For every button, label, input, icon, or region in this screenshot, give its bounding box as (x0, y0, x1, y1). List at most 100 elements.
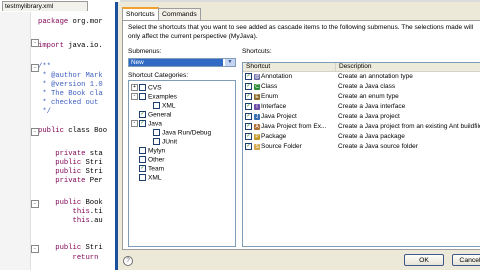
tree-item-label: XML (148, 174, 162, 182)
shortcut-checkbox[interactable]: ✓ (245, 83, 252, 90)
shortcut-description: Create a Java project (338, 113, 400, 120)
code-line: public Book (55, 199, 103, 207)
table-row[interactable]: ✓ A Java Project from Ex... Create a Java p… (243, 123, 480, 131)
expand-icon[interactable]: + (131, 84, 138, 91)
tree-item[interactable]: - Examples (131, 93, 177, 101)
dialog-description: Select the shortcuts that you want to se… (128, 24, 474, 40)
shortcut-description: Create a Java class (338, 83, 396, 90)
table-row[interactable]: ✓ I Interface Create a Java interface (243, 103, 480, 111)
code-line: /** (38, 63, 51, 71)
fold-toggle-icon[interactable]: − (31, 200, 39, 208)
table-row[interactable]: ✓ E Enum Create an enum type (243, 93, 480, 101)
shortcut-description: Create a Java interface (338, 103, 406, 110)
code-line: * checked out (38, 99, 99, 107)
table-row[interactable]: ✓ C Class Create a Java class (243, 83, 480, 91)
chevron-down-icon[interactable]: ▼ (225, 59, 235, 66)
shortcut-checkbox[interactable]: ✓ (245, 133, 252, 140)
shortcut-checkbox[interactable]: ✓ (245, 143, 252, 150)
interface-icon: I (254, 103, 260, 110)
code-line: public Stri (55, 168, 103, 176)
shortcut-name: Annotation (261, 73, 293, 81)
tree-item[interactable]: ✓ Team (131, 165, 164, 173)
table-header: Shortcut Description (243, 63, 480, 72)
column-header-description[interactable]: Description (336, 63, 480, 71)
shortcut-categories-tree[interactable]: + CVS - Examples XML ✓ General - ✓ Java Java Run/D… (128, 80, 236, 247)
tree-item-label: CVS (148, 84, 162, 92)
tree-item[interactable]: Mylyn (131, 147, 165, 155)
shortcut-checkbox[interactable]: ✓ (245, 103, 252, 110)
code-line: * The Book cla (38, 90, 103, 98)
fold-toggle-icon[interactable]: − (31, 245, 39, 253)
package-icon: P (254, 133, 260, 140)
table-row[interactable]: ✓ P Package Create a Java package (243, 133, 480, 141)
source-folder-icon: S (254, 143, 260, 150)
category-checkbox[interactable] (139, 84, 146, 91)
tree-item[interactable]: JUnit (145, 138, 177, 146)
editor-tab[interactable]: testmylibrary.xml (2, 1, 88, 11)
tree-item[interactable]: - ✓ Java (131, 120, 162, 128)
help-icon[interactable]: ? (123, 256, 133, 266)
category-checkbox[interactable] (153, 138, 160, 145)
tree-item-label: General (148, 111, 172, 119)
enum-icon: E (254, 93, 260, 100)
code-line: this.au (72, 217, 103, 225)
fold-toggle-icon[interactable]: − (31, 39, 39, 47)
category-checkbox[interactable]: ✓ (139, 120, 146, 127)
ant-project-icon: A (254, 123, 260, 130)
shortcut-description: Create a Java source folder (338, 143, 418, 150)
submenus-value: New (129, 59, 223, 66)
category-checkbox[interactable] (153, 102, 160, 109)
shortcut-name: Source Folder (261, 143, 302, 151)
shortcut-checkbox[interactable]: ✓ (245, 123, 252, 130)
category-checkbox[interactable]: ✓ (139, 165, 146, 172)
categories-label: Shortcut Categories: (128, 72, 189, 79)
column-header-shortcut[interactable]: Shortcut (243, 63, 336, 71)
editor-gutter (0, 12, 31, 270)
shortcuts-table[interactable]: Shortcut Description ✓ @Annotation Create … (242, 62, 480, 247)
tree-item[interactable]: XML (131, 174, 162, 182)
collapse-icon[interactable]: - (131, 120, 138, 127)
shortcut-name: Package (261, 133, 287, 141)
category-checkbox[interactable] (139, 174, 146, 181)
code-line: package org.mor (38, 18, 103, 26)
category-checkbox[interactable] (139, 156, 146, 163)
table-row[interactable]: ✓ S Source Folder Create a Java source fold… (243, 143, 480, 151)
tree-item[interactable]: Java Run/Debug (145, 129, 211, 137)
tree-item[interactable]: Other (131, 156, 165, 164)
annotation-icon: @ (254, 73, 260, 80)
ok-button[interactable]: OK (404, 254, 444, 266)
collapse-icon[interactable]: - (131, 93, 138, 100)
shortcut-description: Create an annotation type (338, 73, 413, 80)
tree-item-label: Java Run/Debug (162, 129, 212, 137)
shortcut-checkbox[interactable]: ✓ (245, 93, 252, 100)
shortcut-checkbox[interactable]: ✓ (245, 73, 252, 80)
shortcut-description: Create a Java project from an existing A… (338, 123, 480, 130)
category-checkbox[interactable] (139, 147, 146, 154)
editor-tab-label: testmylibrary.xml (5, 3, 54, 10)
code-line: public class Boo (38, 127, 108, 135)
shortcut-name: Interface (261, 103, 287, 111)
tree-item[interactable]: + CVS (131, 84, 162, 92)
class-icon: C (254, 83, 260, 90)
tree-item[interactable]: XML (145, 102, 176, 110)
shortcut-name: Enum (261, 93, 278, 101)
code-line: * @author Mark (38, 72, 103, 80)
shortcut-checkbox[interactable]: ✓ (245, 113, 252, 120)
code-editor[interactable]: testmylibrary.xml package org.mor import … (0, 0, 120, 270)
category-checkbox[interactable]: ✓ (139, 111, 146, 118)
tree-item-label: Other (148, 156, 165, 164)
shortcut-name: Class (261, 83, 278, 91)
table-row[interactable]: ✓ J Java Project Create a Java project (243, 113, 480, 121)
table-row[interactable]: ✓ @Annotation Create an annotation type (243, 73, 480, 81)
submenus-dropdown[interactable]: New ▼ (128, 58, 236, 67)
code-line: private sta (55, 150, 103, 158)
tree-item[interactable]: ✓ General (131, 111, 171, 119)
customize-perspective-dialog: Shortcuts Commands Select the shortcuts … (115, 2, 480, 270)
category-checkbox[interactable] (153, 129, 160, 136)
category-checkbox[interactable] (139, 93, 146, 100)
fold-toggle-icon[interactable]: − (31, 64, 39, 72)
fold-toggle-icon[interactable]: − (31, 128, 39, 136)
cancel-button[interactable]: Cancel (452, 254, 480, 266)
shortcut-description: Create an enum type (338, 93, 399, 100)
tree-item-label: JUnit (162, 138, 178, 146)
